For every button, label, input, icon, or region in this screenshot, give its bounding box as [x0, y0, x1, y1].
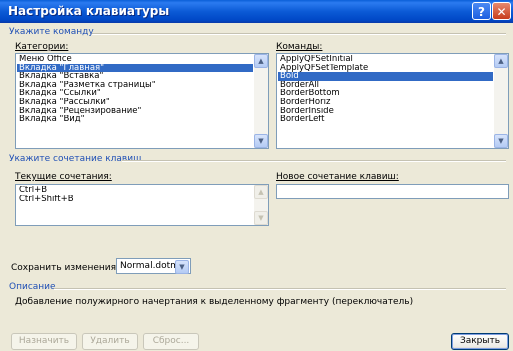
commands-list: ApplyQFSetInitial ApplyQFSetTemplate Bold B… [278, 55, 493, 124]
category-item[interactable]: Вкладка "Вид" [17, 115, 253, 124]
remove-button[interactable]: Удалить [82, 333, 138, 350]
command-item[interactable]: ApplyQFSetTemplate [278, 64, 493, 73]
command-item[interactable]: ApplyQFSetInitial [278, 55, 493, 64]
chevron-down-icon[interactable]: ▼ [175, 260, 189, 274]
command-item[interactable]: BorderInside [278, 107, 493, 116]
description-text: Добавление полужирного начертания к выде… [15, 297, 414, 307]
categories-list: Меню Office Вкладка "Главная" Вкладка "Вст… [17, 55, 253, 124]
save-in-label: Сохранить изменения в: [11, 263, 128, 273]
save-in-value: Normal.dotm [120, 261, 179, 271]
current-keys-listbox[interactable]: Ctrl+B Ctrl+Shift+B ▲ ▼ [15, 184, 269, 226]
section-divider [92, 33, 506, 35]
category-item[interactable]: Меню Office [17, 55, 253, 64]
current-key-item[interactable]: Ctrl+B [17, 186, 253, 195]
keyboard-customize-dialog: Настройка клавиатуры ? ✕ Укажите команду… [0, 0, 513, 351]
specify-command-heading: Укажите команду [9, 27, 94, 37]
command-item[interactable]: BorderAll [278, 81, 493, 90]
commands-scrollbar[interactable]: ▲ ▼ [494, 54, 508, 148]
scroll-up-icon[interactable]: ▲ [254, 54, 268, 68]
command-item[interactable]: BorderLeft [278, 115, 493, 124]
scroll-down-icon[interactable]: ▼ [254, 211, 268, 225]
category-item[interactable]: Вкладка "Ссылки" [17, 89, 253, 98]
category-item[interactable]: Вкладка "Разметка страницы" [17, 81, 253, 90]
categories-label: Категории: [15, 42, 69, 52]
title-bar[interactable]: Настройка клавиатуры ? ✕ [0, 0, 513, 23]
assign-button[interactable]: Назначить [11, 333, 77, 350]
category-item[interactable]: Вкладка "Рецензирование" [17, 107, 253, 116]
new-shortcut-input[interactable] [276, 184, 509, 199]
categories-scrollbar[interactable]: ▲ ▼ [254, 54, 268, 148]
category-item[interactable]: Вкладка "Главная" [17, 63, 253, 73]
command-item[interactable]: BorderHoriz [278, 98, 493, 107]
command-item[interactable]: BorderBottom [278, 89, 493, 98]
new-shortcut-label: Новое сочетание клавиш: [276, 172, 399, 182]
close-button[interactable]: Закрыть [451, 333, 509, 350]
scroll-up-icon[interactable]: ▲ [254, 185, 268, 199]
category-item[interactable]: Вкладка "Рассылки" [17, 98, 253, 107]
section-divider [122, 160, 506, 162]
commands-label: Команды: [276, 42, 323, 52]
current-keys-label: Текущие сочетания: [15, 172, 112, 182]
section-divider [54, 288, 506, 290]
reset-button[interactable]: Сброс... [143, 333, 199, 350]
scroll-down-icon[interactable]: ▼ [254, 134, 268, 148]
categories-listbox[interactable]: Меню Office Вкладка "Главная" Вкладка "Вст… [15, 53, 269, 149]
save-in-select[interactable]: Normal.dotm ▼ [116, 258, 191, 274]
current-key-item[interactable]: Ctrl+Shift+B [17, 195, 253, 204]
help-icon[interactable]: ? [472, 2, 491, 20]
scroll-up-icon[interactable]: ▲ [494, 54, 508, 68]
command-item[interactable]: Bold [278, 72, 493, 81]
category-item[interactable]: Вкладка "Вставка" [17, 72, 253, 81]
description-heading: Описание [9, 282, 56, 292]
current-keys-list: Ctrl+B Ctrl+Shift+B [17, 186, 253, 203]
close-icon[interactable]: ✕ [492, 2, 511, 20]
commands-listbox[interactable]: ApplyQFSetInitial ApplyQFSetTemplate Bold B… [276, 53, 509, 149]
current-keys-scrollbar[interactable]: ▲ ▼ [254, 185, 268, 225]
dialog-title: Настройка клавиатуры [8, 4, 170, 18]
shortcut-heading: Укажите сочетание клавиш [9, 154, 142, 164]
scroll-down-icon[interactable]: ▼ [494, 134, 508, 148]
